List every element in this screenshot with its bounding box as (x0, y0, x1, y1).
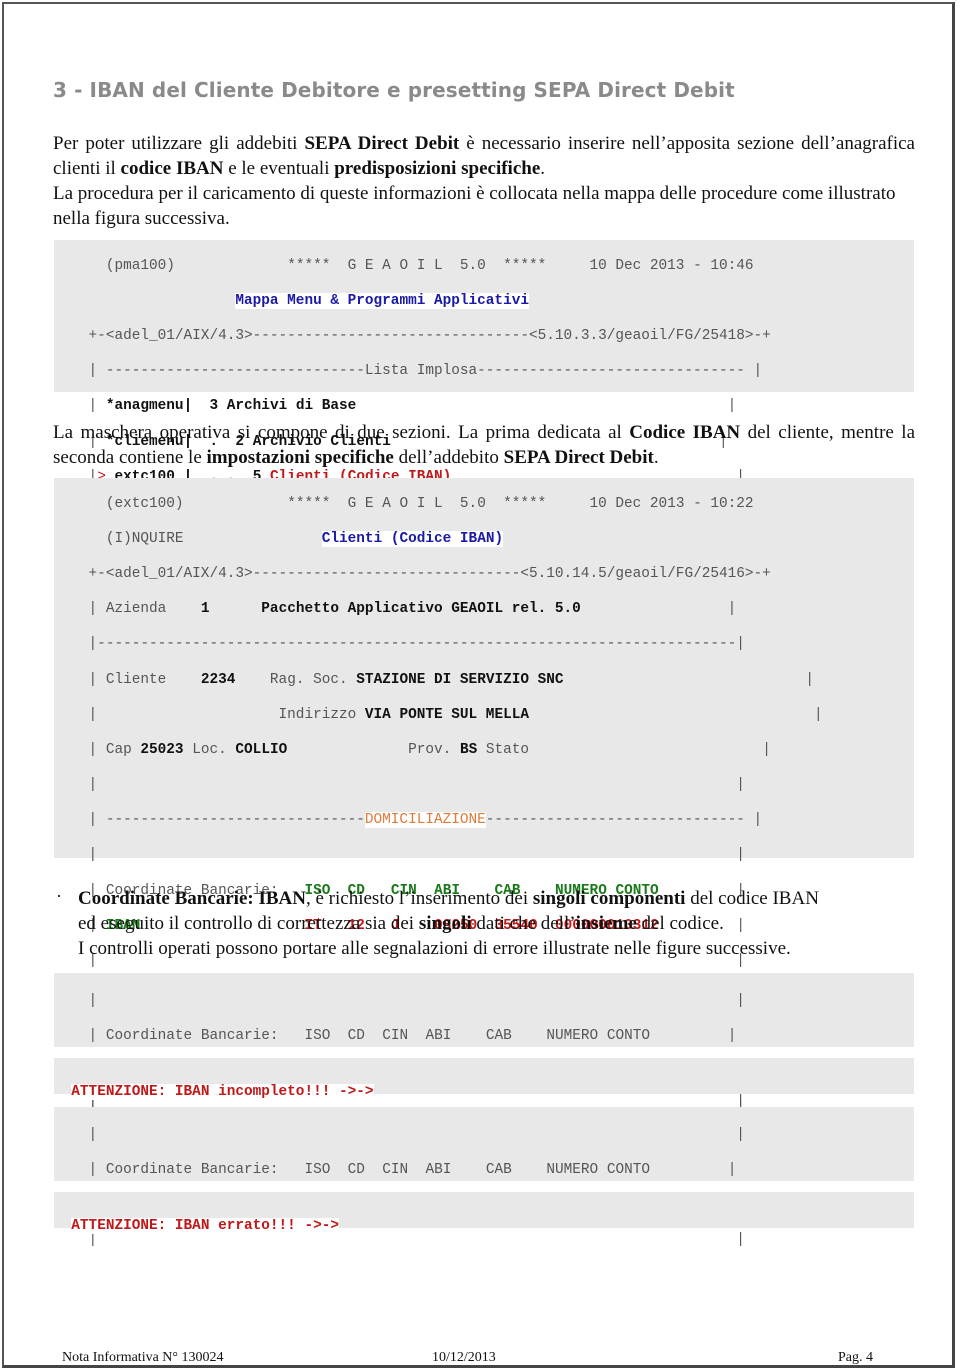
cap-field[interactable]: 25023 (140, 742, 183, 758)
datetime: 10 Dec 2013 - 10:22 (589, 495, 754, 512)
document-page: 3 - IBAN del Cliente Debitore e presetti… (2, 2, 955, 1368)
terminal-screen-menu-map: (pma100) ***** G E A O I L 5.0 ***** 10 … (54, 240, 914, 520)
mid-text: La maschera operativa si compone di due … (53, 422, 915, 468)
intro-text: Per poter utilizzare gli addebiti SEPA D… (53, 131, 915, 231)
section-heading: 3 - IBAN del Cliente Debitore e presetti… (53, 78, 735, 102)
footer-page-number: Pag. 4 (838, 1350, 873, 1365)
menu-row[interactable]: | *anagmenu| 3 Archivi di Base | (54, 398, 914, 416)
ragsoc-field[interactable]: STAZIONE DI SERVIZIO SNC (356, 672, 563, 688)
loc-field[interactable]: COLLIO (235, 742, 287, 758)
bullet-text: Coordinate Bancarie: IBAN, è richiesto l… (78, 888, 819, 959)
bullet-marker: · (56, 886, 62, 906)
intro-paragraph-2: La procedura per il caricamento di quest… (53, 183, 896, 229)
section-domiciliazione: DOMICILIAZIONE (364, 812, 486, 829)
error-message-incomplete: ATTENZIONE: IBAN incompleto!!! ->-> (71, 1083, 374, 1100)
intro-paragraph-1: Per poter utilizzare gli addebiti SEPA D… (53, 133, 915, 179)
screen-title: Mappa Menu & Programmi Applicativi (235, 292, 529, 309)
indirizzo-field[interactable]: VIA PONTE SUL MELLA (365, 707, 529, 723)
terminal-iban-wrong: | | | Coordinate Bancarie: ISO CD CIN AB… (54, 1107, 914, 1248)
program-id: (extc100) (105, 495, 184, 512)
azienda-field[interactable]: 1 (201, 601, 210, 617)
footer-note-number: Nota Informativa N° 130024 (62, 1350, 224, 1365)
terminal-iban-incomplete: | | | Coordinate Bancarie: ISO CD CIN AB… (54, 973, 914, 1114)
error-message-box-1: ATTENZIONE: IBAN incompleto!!! ->-> (54, 1058, 914, 1100)
footer-date: 10/12/2013 (432, 1350, 496, 1365)
mode-indicator: (I)NQUIRE (105, 530, 184, 547)
datetime: 10 Dec 2013 - 10:46 (589, 257, 754, 274)
error-message-box-2: ATTENZIONE: IBAN errato!!! ->-> (54, 1192, 914, 1234)
terminal-screen-iban-form: (extc100) ***** G E A O I L 5.0 ***** 10… (54, 478, 914, 1215)
program-id: (pma100) (105, 257, 175, 274)
error-message-wrong: ATTENZIONE: IBAN errato!!! ->-> (71, 1217, 339, 1234)
prov-field[interactable]: BS (460, 742, 477, 758)
screen-title: Clienti (Codice IBAN) (321, 530, 504, 547)
cliente-field[interactable]: 2234 (201, 672, 236, 688)
